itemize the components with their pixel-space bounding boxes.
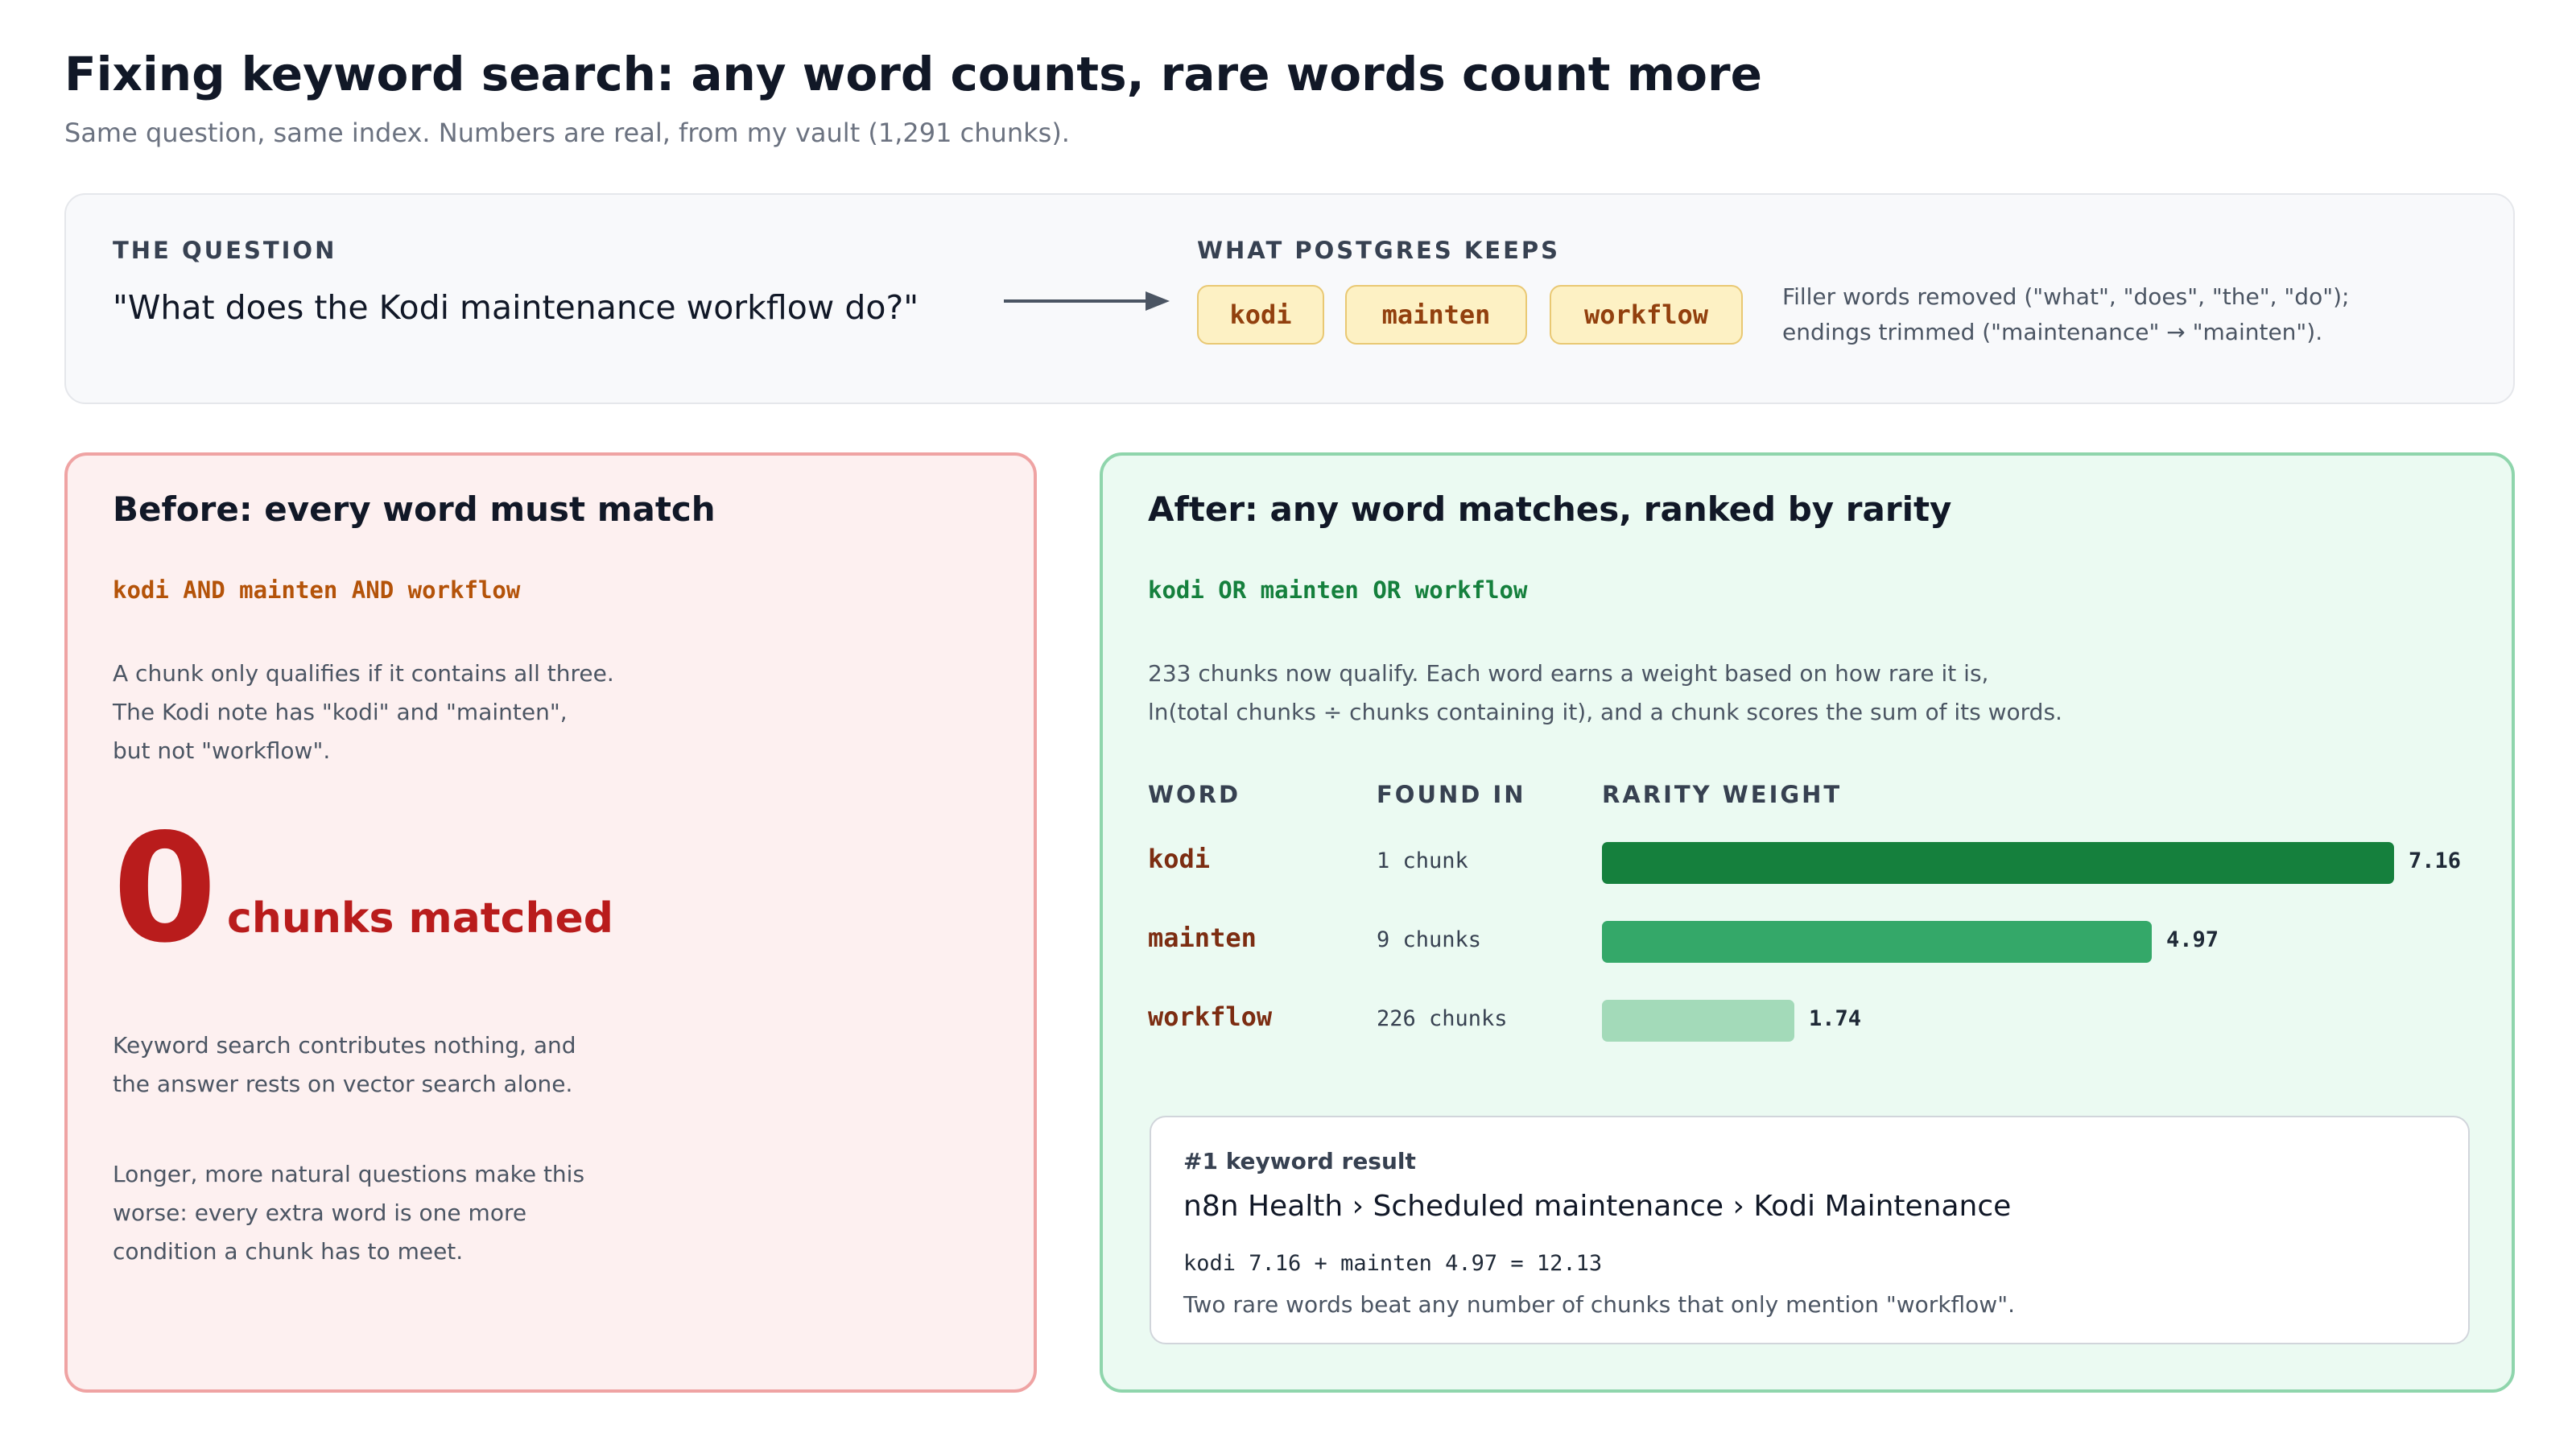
before-title: Before: every word must match xyxy=(113,489,716,529)
question-section-label: THE QUESTION xyxy=(113,237,337,264)
question-panel: THE QUESTION "What does the Kodi mainten… xyxy=(64,193,2515,404)
result-heading: #1 keyword result xyxy=(1183,1148,1416,1174)
result-note: Two rare words beat any number of chunks… xyxy=(1183,1291,2015,1318)
page-subtitle: Same question, same index. Numbers are r… xyxy=(64,118,1070,148)
rarity-bar-mainten xyxy=(1602,921,2152,963)
arrow-right-icon xyxy=(1004,291,1170,311)
before-consequence-line: the answer rests on vector search alone. xyxy=(113,1071,573,1097)
word-label-workflow: workflow xyxy=(1148,1001,1273,1032)
rarity-bar-kodi xyxy=(1602,842,2394,884)
before-note-line: condition a chunk has to meet. xyxy=(113,1238,464,1265)
before-panel: Before: every word must match kodi AND m… xyxy=(64,452,1037,1393)
before-note-line: Longer, more natural questions make this xyxy=(113,1161,585,1187)
before-note-line: worse: every extra word is one more xyxy=(113,1199,527,1226)
filler-note-line: endings trimmed ("maintenance" → "mainte… xyxy=(1782,319,2323,345)
before-query: kodi AND mainten AND workflow xyxy=(113,576,521,604)
question-text: "What does the Kodi maintenance workflow… xyxy=(113,288,919,327)
found-in-label: 1 chunk xyxy=(1377,848,1468,873)
rarity-bar-workflow xyxy=(1602,1000,1794,1042)
after-explanation-line: ln(total chunks ÷ chunks containing it),… xyxy=(1148,699,2062,725)
after-title: After: any word matches, ranked by rarit… xyxy=(1148,489,1952,529)
matched-label: chunks matched xyxy=(227,894,613,943)
matched-count: 0 xyxy=(113,801,217,976)
found-in-label: 226 chunks xyxy=(1377,1006,1508,1031)
word-column-header: WORD xyxy=(1148,781,1241,808)
after-query: kodi OR mainten OR workflow xyxy=(1148,576,1528,604)
result-breadcrumb: n8n Health › Scheduled maintenance › Kod… xyxy=(1183,1190,2012,1223)
before-explanation-line: but not "workflow". xyxy=(113,737,331,764)
filler-note-line: Filler words removed ("what", "does", "t… xyxy=(1782,283,2350,310)
before-explanation-line: The Kodi note has "kodi" and "mainten", xyxy=(113,699,568,725)
before-explanation-line: A chunk only qualifies if it contains al… xyxy=(113,660,614,687)
token-chip: workflow xyxy=(1550,285,1743,345)
found-in-label: 9 chunks xyxy=(1377,927,1482,952)
top-result-card: #1 keyword result n8n Health › Scheduled… xyxy=(1150,1116,2470,1344)
found-in-column-header: FOUND IN xyxy=(1377,781,1526,808)
weight-value-label: 4.97 xyxy=(2166,927,2219,952)
before-consequence-line: Keyword search contributes nothing, and xyxy=(113,1032,576,1059)
word-label-mainten: mainten xyxy=(1148,923,1257,953)
after-explanation-line: 233 chunks now qualify. Each word earns … xyxy=(1148,660,1989,687)
weight-value-label: 1.74 xyxy=(1809,1006,1862,1031)
page-title: Fixing keyword search: any word counts, … xyxy=(64,47,1762,101)
postgres-keeps-label: WHAT POSTGRES KEEPS xyxy=(1197,237,1561,264)
after-panel: After: any word matches, ranked by rarit… xyxy=(1100,452,2515,1393)
token-chip: kodi xyxy=(1197,285,1324,345)
result-score-formula: kodi 7.16 + mainten 4.97 = 12.13 xyxy=(1183,1251,1603,1276)
token-chip: mainten xyxy=(1345,285,1527,345)
rarity-weight-column-header: RARITY WEIGHT xyxy=(1602,781,1843,808)
weight-value-label: 7.16 xyxy=(2409,848,2462,873)
word-label-kodi: kodi xyxy=(1148,844,1211,874)
